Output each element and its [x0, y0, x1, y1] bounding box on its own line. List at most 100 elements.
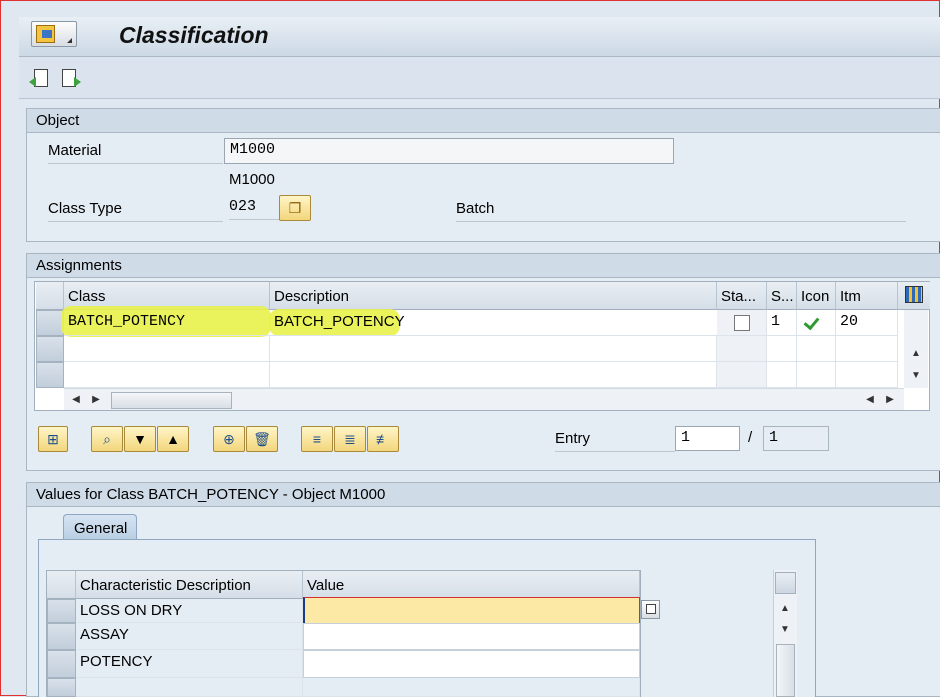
- row-selector[interactable]: [36, 310, 64, 336]
- scroll-up-icon[interactable]: ▲: [908, 346, 924, 362]
- status-checkbox[interactable]: [734, 315, 750, 331]
- next-object-icon[interactable]: [59, 69, 81, 91]
- change-class-type-button[interactable]: ❐: [279, 195, 311, 221]
- value-help-icon: [646, 604, 656, 614]
- row-selector[interactable]: [47, 599, 76, 623]
- table-settings-icon: [905, 286, 923, 303]
- menu-button[interactable]: [31, 21, 77, 47]
- s-cell: 1: [767, 310, 797, 336]
- column-header-description[interactable]: Description: [270, 282, 717, 310]
- characteristic-cell: ASSAY: [76, 623, 303, 650]
- scroll-thumb[interactable]: [776, 644, 795, 697]
- scroll-right-icon[interactable]: ▶: [882, 392, 898, 408]
- scroll-thumb[interactable]: [111, 392, 232, 409]
- material-description: M1000: [229, 171, 275, 188]
- insert-row-icon: ⊕: [223, 431, 235, 447]
- icon-cell: [797, 310, 836, 336]
- search-icon: ⌕: [103, 431, 111, 447]
- characteristic-cell: [76, 678, 303, 697]
- column-header-status[interactable]: Sta...: [717, 282, 767, 310]
- class-type-value: 023: [229, 198, 279, 220]
- row-selector[interactable]: [36, 362, 64, 388]
- icon-cell: [797, 336, 836, 362]
- row-selector[interactable]: [47, 678, 76, 697]
- status-cell[interactable]: [717, 362, 767, 388]
- icon-cell: [797, 362, 836, 388]
- deselect-all-icon: ≢: [376, 431, 390, 447]
- row-selector[interactable]: [36, 336, 64, 362]
- select-block-button[interactable]: ≡: [301, 426, 333, 452]
- status-cell[interactable]: [717, 336, 767, 362]
- insert-line-button[interactable]: ⊕: [213, 426, 245, 452]
- sap-menu-icon: [36, 25, 55, 43]
- dropdown-arrow-icon: [67, 38, 72, 43]
- check-icon: [803, 314, 821, 330]
- characteristic-cell: POTENCY: [76, 650, 303, 678]
- column-header-s[interactable]: S...: [767, 282, 797, 310]
- tab-general[interactable]: General: [63, 514, 137, 541]
- sort-descending-button[interactable]: ▼: [124, 426, 156, 452]
- class-cell[interactable]: [64, 336, 270, 362]
- value-input[interactable]: [303, 650, 640, 678]
- entry-total-field: 1: [763, 426, 829, 451]
- scroll-right-icon[interactable]: ▶: [88, 392, 104, 408]
- value-cell: [303, 678, 640, 697]
- scroll-up-icon[interactable]: ▲: [777, 601, 793, 617]
- previous-object-icon[interactable]: [29, 69, 51, 91]
- select-all-cell[interactable]: [36, 282, 64, 310]
- itm-cell: [836, 336, 898, 362]
- column-header-value[interactable]: Value: [303, 571, 640, 599]
- page-title: Classification: [119, 22, 269, 48]
- scroll-down-icon[interactable]: ▼: [908, 368, 924, 384]
- row-selector[interactable]: [47, 650, 76, 678]
- select-all-button[interactable]: ≣: [334, 426, 366, 452]
- sort-ascending-button[interactable]: ▲: [157, 426, 189, 452]
- description-cell[interactable]: BATCH_POTENCY: [270, 310, 717, 336]
- class-type-text: Batch: [456, 200, 906, 222]
- itm-cell: 20: [836, 310, 898, 336]
- s-cell: [767, 362, 797, 388]
- entry-current-field[interactable]: 1: [675, 426, 740, 451]
- details-icon: ⊞: [47, 431, 59, 447]
- s-cell: [767, 336, 797, 362]
- description-cell[interactable]: [270, 336, 717, 362]
- class-cell[interactable]: [64, 362, 270, 388]
- column-settings-button[interactable]: [898, 282, 930, 310]
- column-header-itm[interactable]: Itm: [836, 282, 898, 310]
- itm-cell: [836, 362, 898, 388]
- values-group-title: Values for Class BATCH_POTENCY - Object …: [27, 483, 940, 507]
- row-selector[interactable]: [47, 623, 76, 650]
- status-cell[interactable]: [717, 310, 767, 336]
- value-help-button[interactable]: [641, 600, 660, 619]
- object-group-title: Object: [27, 109, 940, 133]
- class-cell[interactable]: BATCH_POTENCY: [64, 310, 270, 336]
- value-input[interactable]: [303, 597, 640, 624]
- delete-line-button[interactable]: 🗑: [246, 426, 278, 452]
- vertical-scrollbar[interactable]: ▲ ▼: [904, 310, 928, 388]
- deselect-all-button[interactable]: ≢: [367, 426, 399, 452]
- trash-icon: 🗑: [253, 431, 271, 447]
- details-button[interactable]: ⊞: [38, 426, 68, 452]
- select-all-cell[interactable]: [47, 571, 76, 599]
- application-toolbar: [19, 57, 940, 99]
- description-cell[interactable]: [270, 362, 717, 388]
- assignments-group-title: Assignments: [27, 254, 940, 278]
- characteristic-cell: LOSS ON DRY: [76, 599, 303, 623]
- column-header-icon[interactable]: Icon: [797, 282, 836, 310]
- class-type-label: Class Type: [48, 200, 223, 222]
- material-label: Material: [48, 142, 223, 164]
- vertical-scrollbar[interactable]: ▲ ▼: [773, 570, 797, 697]
- material-field[interactable]: M1000: [224, 138, 674, 164]
- arrow-up-icon: ▲: [166, 431, 180, 447]
- entry-label: Entry: [555, 430, 675, 452]
- scroll-down-icon[interactable]: ▼: [777, 622, 793, 638]
- value-input[interactable]: [303, 623, 640, 650]
- column-header-characteristic[interactable]: Characteristic Description: [76, 571, 303, 599]
- scroll-left-icon[interactable]: ◀: [862, 392, 878, 408]
- class-type-icon: ❐: [288, 200, 302, 216]
- entry-separator: /: [748, 429, 753, 446]
- horizontal-scrollbar[interactable]: ◀ ▶ ◀ ▶: [64, 388, 904, 410]
- find-button[interactable]: ⌕: [91, 426, 123, 452]
- scroll-left-icon[interactable]: ◀: [68, 392, 84, 408]
- scroll-top-button[interactable]: [775, 572, 796, 594]
